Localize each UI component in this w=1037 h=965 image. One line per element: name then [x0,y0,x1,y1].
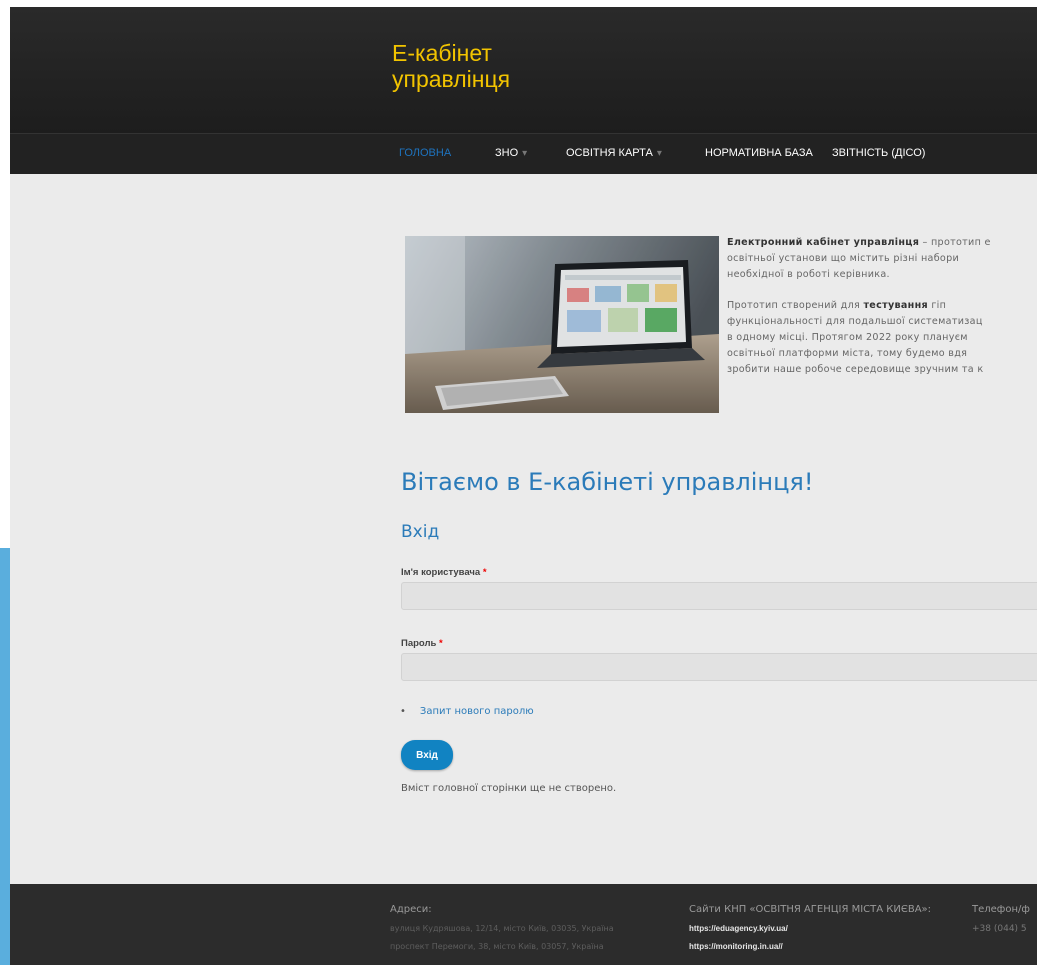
password-label: Пароль * [401,638,443,649]
intro-text-line: освітньої установи що містить різні набо… [727,253,960,264]
login-submit-button[interactable]: Вхід [401,740,453,770]
required-marker: * [439,638,443,649]
login-heading: Вхід [401,522,440,542]
password-reset-item: • Запит нового паролю [400,706,534,717]
intro-text: Електронний кабінет управлінця – прототи… [727,235,1037,393]
intro-bold-word: тестування [863,300,928,311]
intro-text-line: – прототип е [919,237,991,248]
password-input[interactable] [401,653,1037,681]
nav-item-label: ОСВІТНЯ КАРТА [566,147,653,159]
site-name[interactable]: Е-кабінет управлінця [392,40,510,92]
nav-item-home[interactable]: ГОЛОВНА [399,147,451,159]
password-reset-link[interactable]: Запит нового паролю [420,706,534,717]
intro-text-line: в одному місці. Протягом 2022 року плану… [727,332,968,343]
username-label-text: Ім'я користувача [401,567,481,578]
intro-text-line: зробити наше робоче середовище зручним т… [727,364,984,375]
main-nav: ГОЛОВНА ЗНО ▾ ОСВІТНЯ КАРТА ▾ НОРМАТИВНА Б… [10,133,1037,174]
chevron-down-icon: ▾ [522,148,528,159]
intro-text-line: необхідної в роботі керівника. [727,269,890,280]
nav-item-label: ЗНО [495,147,519,159]
nav-item-zno[interactable]: ЗНО ▾ [495,147,527,159]
hero-image [405,236,719,413]
nav-item-education-map[interactable]: ОСВІТНЯ КАРТА ▾ [566,147,662,159]
intro-paragraph-2: Прототип створений для тестування гіп фу… [727,298,1037,378]
laptop-desk-image [405,236,719,413]
empty-content-message: Вміст головної сторінки ще не створено. [401,783,617,794]
footer-site-link-eduagency[interactable]: https://eduagency.kyiv.ua/ [689,924,788,933]
password-label-text: Пароль [401,638,437,649]
intro-text-line: Прототип створений для [727,300,864,311]
site-footer: Адреси: вулиця Кудряшова, 12/14, місто К… [10,884,1037,965]
intro-text-line: освітньої платформи міста, тому будемо в… [727,348,968,359]
nav-item-label: ГОЛОВНА [399,147,452,159]
intro-paragraph-1: Електронний кабінет управлінця – прототи… [727,235,1037,283]
username-input[interactable] [401,582,1037,610]
required-marker: * [482,567,487,578]
footer-address-2: проспект Перемоги, 38, місто Київ, 03057… [390,942,604,951]
nav-item-regulatory-base[interactable]: НОРМАТИВНА БАЗА [705,147,813,159]
left-accent-bar [0,548,10,965]
site-name-line-1: Е-кабінет [392,40,492,66]
page: Е-кабінет управлінця ГОЛОВНА ЗНО ▾ ОСВІТН… [10,7,1037,965]
intro-text-line: гіп [927,300,947,311]
nav-item-reporting[interactable]: ЗВІТНІСТЬ (ДІСО) [832,147,925,159]
site-name-line-2: управлінця [392,66,511,92]
username-label: Ім'я користувача * [401,567,487,578]
footer-address-1: вулиця Кудряшова, 12/14, місто Київ, 030… [390,924,614,933]
intro-title: Електронний кабінет управлінця [727,237,920,248]
footer-phone-title: Телефон/ф [972,904,1030,915]
site-header: Е-кабінет управлінця [10,7,1037,133]
footer-phone-value: +38 (044) 5 [972,924,1027,934]
list-bullet: • [400,706,406,717]
footer-address-title: Адреси: [390,904,432,915]
intro-text-line: функціональності для подальшої системати… [727,316,983,327]
footer-sites-title: Сайти КНП «ОСВІТНЯ АГЕНЦІЯ МІСТА КИЄВА»: [689,904,932,915]
nav-item-label: ЗВІТНІСТЬ (ДІСО) [832,147,926,159]
page-title: Вітаємо в Е-кабінеті управлінця! [401,468,814,496]
nav-item-label: НОРМАТИВНА БАЗА [705,147,813,159]
chevron-down-icon: ▾ [656,148,662,159]
footer-site-link-monitoring[interactable]: https://monitoring.in.ua// [689,942,783,951]
